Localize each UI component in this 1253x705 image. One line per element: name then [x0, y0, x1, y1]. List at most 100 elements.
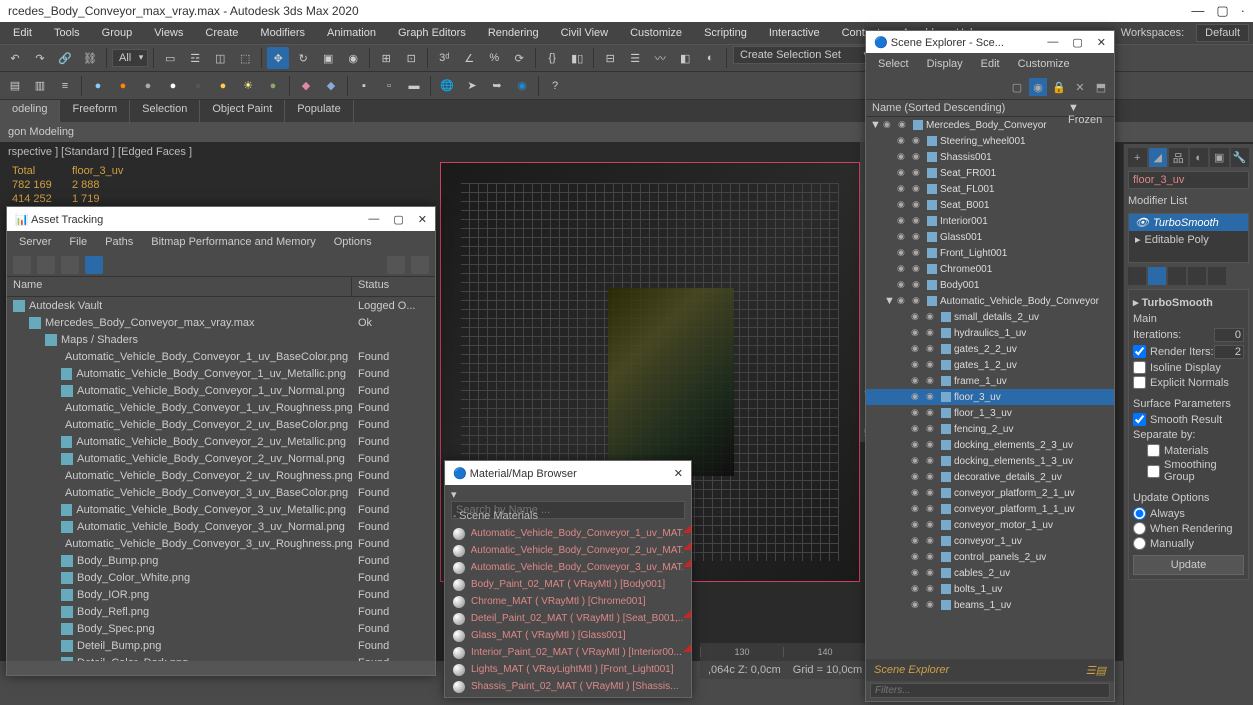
- visibility-icon[interactable]: ◉: [897, 215, 909, 227]
- freeze-icon[interactable]: ◉: [926, 567, 938, 579]
- menu-tools[interactable]: Tools: [45, 24, 89, 42]
- menu-views[interactable]: Views: [145, 24, 192, 42]
- mat-close-button[interactable]: ✕: [674, 467, 683, 480]
- asset-menu-paths[interactable]: Paths: [97, 233, 141, 251]
- visibility-icon[interactable]: ◉: [911, 375, 923, 387]
- workspace-dropdown[interactable]: Default: [1196, 24, 1249, 42]
- menu-interactive[interactable]: Interactive: [760, 24, 829, 42]
- link-icon[interactable]: 🔗: [54, 47, 76, 69]
- scene-menu-select[interactable]: Select: [870, 55, 917, 73]
- asset-menu-options[interactable]: Options: [326, 233, 380, 251]
- freeze-icon[interactable]: ◉: [926, 519, 938, 531]
- point3-icon[interactable]: ▬: [403, 75, 425, 97]
- cmd-tab-motion-icon[interactable]: ◐: [1190, 148, 1209, 167]
- scene-node[interactable]: ◉◉beams_1_uv: [866, 597, 1114, 613]
- asset-row[interactable]: Deteil_Bump.pngFound: [7, 637, 435, 654]
- unlink-icon[interactable]: ⛓: [79, 47, 101, 69]
- expand-icon[interactable]: ▼: [884, 295, 894, 307]
- asset-row[interactable]: Body_Refl.pngFound: [7, 603, 435, 620]
- scene-node[interactable]: ◉◉Interior001: [866, 213, 1114, 229]
- point2-icon[interactable]: ▫: [378, 75, 400, 97]
- manually-radio[interactable]: [1133, 537, 1146, 550]
- freeze-icon[interactable]: ◉: [912, 215, 924, 227]
- mat-group-header[interactable]: - Scene Materials: [445, 507, 691, 525]
- visibility-icon[interactable]: ◉: [897, 183, 909, 195]
- visibility-icon[interactable]: ◉: [897, 167, 909, 179]
- menu-animation[interactable]: Animation: [318, 24, 385, 42]
- menu-customize[interactable]: Customize: [621, 24, 691, 42]
- scene-filter-input[interactable]: [870, 683, 1110, 698]
- asset-col-name[interactable]: Name: [7, 277, 352, 296]
- freeze-icon[interactable]: ◉: [912, 279, 924, 291]
- scene-col-frozen[interactable]: ▼ Frozen: [1064, 100, 1114, 116]
- scene-util-icon[interactable]: ⬒: [1092, 78, 1110, 96]
- asset-max-button[interactable]: ▢: [393, 213, 403, 226]
- materials-check[interactable]: [1147, 444, 1160, 457]
- asset-row[interactable]: Body_Spec.pngFound: [7, 620, 435, 637]
- asset-row[interactable]: Automatic_Vehicle_Body_Conveyor_2_uv_Bas…: [7, 416, 435, 433]
- freeze-icon[interactable]: ◉: [912, 295, 924, 307]
- visibility-icon[interactable]: ◉: [897, 135, 909, 147]
- scene-node[interactable]: ◉◉Seat_B001: [866, 197, 1114, 213]
- mod-show-icon[interactable]: [1148, 267, 1166, 285]
- asset-row[interactable]: Automatic_Vehicle_Body_Conveyor_2_uv_Rou…: [7, 467, 435, 484]
- visibility-icon[interactable]: ◉: [897, 231, 909, 243]
- menu-rendering[interactable]: Rendering: [479, 24, 548, 42]
- cmd-tab-display-icon[interactable]: ▣: [1210, 148, 1229, 167]
- scene-node[interactable]: ◉◉Steering_wheel001: [866, 133, 1114, 149]
- mod-pin-icon[interactable]: [1128, 267, 1146, 285]
- render-iters-spinner[interactable]: 2: [1214, 345, 1244, 359]
- update-button[interactable]: Update: [1133, 555, 1244, 575]
- scene-node[interactable]: ◉◉fencing_2_uv: [866, 421, 1114, 437]
- scene-col-name[interactable]: Name (Sorted Descending): [866, 100, 1064, 116]
- asset-row[interactable]: Automatic_Vehicle_Body_Conveyor_1_uv_Bas…: [7, 348, 435, 365]
- tab-object-paint[interactable]: Object Paint: [200, 100, 285, 122]
- scene-lock-icon[interactable]: 🔒: [1050, 78, 1068, 96]
- always-radio[interactable]: [1133, 507, 1146, 520]
- named-sel-icon[interactable]: {}: [541, 47, 563, 69]
- select-name-icon[interactable]: ☲: [184, 47, 206, 69]
- freeze-icon[interactable]: ◉: [912, 183, 924, 195]
- asset-row[interactable]: Body_Bump.pngFound: [7, 552, 435, 569]
- visibility-icon[interactable]: ◉: [911, 407, 923, 419]
- menu-group[interactable]: Group: [93, 24, 142, 42]
- scene-close-button[interactable]: ✕: [1097, 36, 1106, 49]
- visibility-icon[interactable]: ◉: [911, 327, 923, 339]
- tab-populate[interactable]: Populate: [285, 100, 353, 122]
- asset-refresh-icon[interactable]: [61, 256, 79, 274]
- scene-node[interactable]: ◉◉gates_1_2_uv: [866, 357, 1114, 373]
- orb-yellow-icon[interactable]: ●: [212, 75, 234, 97]
- asset-min-button[interactable]: —: [368, 213, 379, 226]
- scene-node[interactable]: ◉◉cables_2_uv: [866, 565, 1114, 581]
- vray-icon[interactable]: ◉: [511, 75, 533, 97]
- asset-settings-icon[interactable]: [411, 256, 429, 274]
- material-item[interactable]: Shassis_Paint_02_MAT ( VRayMtl ) [Shassi…: [445, 678, 691, 695]
- mod-unique-icon[interactable]: [1168, 267, 1186, 285]
- object-name-field[interactable]: floor_3_uv: [1128, 171, 1249, 189]
- visibility-icon[interactable]: ◉: [897, 247, 909, 259]
- expand-icon[interactable]: ▼: [870, 119, 880, 131]
- scene-node[interactable]: ◉◉conveyor_motor_1_uv: [866, 517, 1114, 533]
- select-region-icon[interactable]: ◫: [209, 47, 231, 69]
- material-editor-icon[interactable]: ◐: [699, 47, 721, 69]
- visibility-icon[interactable]: ◉: [911, 503, 923, 515]
- freeze-icon[interactable]: ◉: [912, 263, 924, 275]
- align-icon[interactable]: ⊟: [599, 47, 621, 69]
- pivot-icon[interactable]: ⊡: [400, 47, 422, 69]
- freeze-icon[interactable]: ◉: [926, 599, 938, 611]
- cmd-tab-utilities-icon[interactable]: 🔧: [1231, 148, 1250, 167]
- modifier-list-label[interactable]: Modifier List: [1128, 193, 1249, 209]
- scene-min-button[interactable]: —: [1047, 36, 1058, 49]
- visibility-icon[interactable]: ◉: [911, 471, 923, 483]
- scene-node[interactable]: ◉◉Seat_FR001: [866, 165, 1114, 181]
- asset-row[interactable]: Deteil_Color_Dark.pngFound: [7, 654, 435, 661]
- cmd-tab-hierarchy-icon[interactable]: 品: [1169, 148, 1188, 167]
- asset-menu-file[interactable]: File: [61, 233, 95, 251]
- scene-node[interactable]: ◉◉Shassis001: [866, 149, 1114, 165]
- scene-menu-edit[interactable]: Edit: [973, 55, 1008, 73]
- freeze-icon[interactable]: ◉: [926, 503, 938, 515]
- explicit-check[interactable]: [1133, 376, 1146, 389]
- freeze-icon[interactable]: ◉: [926, 471, 938, 483]
- cmd-tab-modify-icon[interactable]: ◢: [1149, 148, 1168, 167]
- freeze-icon[interactable]: ◉: [926, 439, 938, 451]
